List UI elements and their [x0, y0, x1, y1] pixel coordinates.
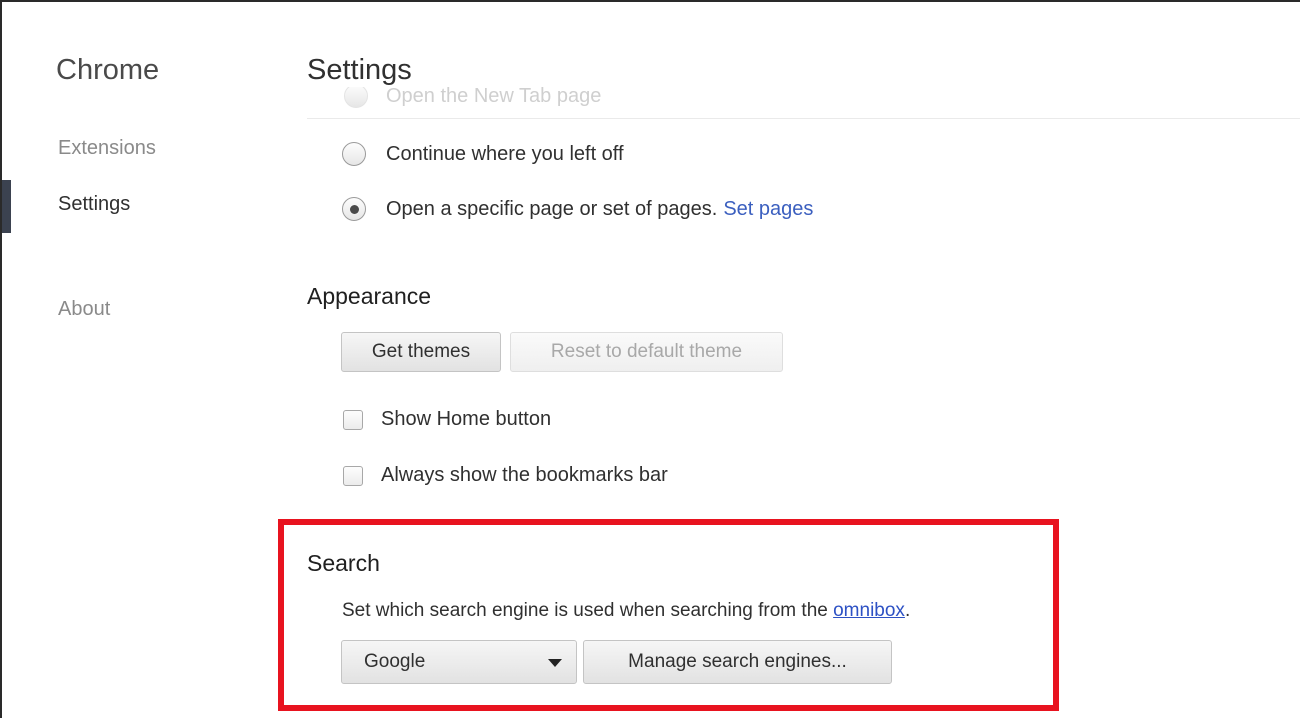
show-home-option[interactable]: Show Home button — [343, 408, 551, 431]
set-pages-link[interactable]: Set pages — [723, 198, 813, 221]
startup-option-specific-pages[interactable]: Open a specific page or set of pages. Se… — [342, 197, 813, 221]
settings-window: Chrome Extensions Settings About Setting… — [0, 0, 1300, 718]
radio-new-tab[interactable] — [344, 84, 368, 108]
search-highlight-box — [278, 519, 1059, 711]
show-home-checkbox[interactable] — [343, 409, 363, 430]
header-divider — [307, 118, 1300, 119]
sidebar-item-settings[interactable]: Settings — [58, 193, 130, 216]
startup-option-new-tab: Open the New Tab page — [344, 84, 601, 108]
sidebar-item-extensions[interactable]: Extensions — [58, 137, 156, 160]
get-themes-button[interactable]: Get themes — [341, 332, 501, 372]
startup-option-continue-label: Continue where you left off — [386, 142, 624, 165]
bookmarks-bar-label: Always show the bookmarks bar — [381, 464, 668, 486]
reset-theme-button: Reset to default theme — [510, 332, 783, 372]
startup-option-new-tab-label: Open the New Tab page — [386, 84, 602, 107]
page-title: Settings — [307, 54, 432, 87]
bookmarks-bar-checkbox[interactable] — [343, 465, 363, 486]
radio-specific-pages[interactable] — [342, 197, 366, 221]
bookmarks-bar-option[interactable]: Always show the bookmarks bar — [343, 464, 668, 487]
startup-option-specific-label: Open a specific page or set of pages. — [386, 197, 718, 220]
sidebar-title: Chrome — [56, 54, 160, 86]
radio-selected-dot — [349, 204, 359, 214]
active-nav-marker — [2, 180, 11, 233]
appearance-section-title: Appearance — [307, 283, 432, 309]
show-home-label: Show Home button — [381, 408, 552, 430]
sidebar-item-about[interactable]: About — [58, 298, 110, 321]
startup-option-continue[interactable]: Continue where you left off — [342, 142, 624, 166]
radio-continue[interactable] — [342, 142, 366, 166]
